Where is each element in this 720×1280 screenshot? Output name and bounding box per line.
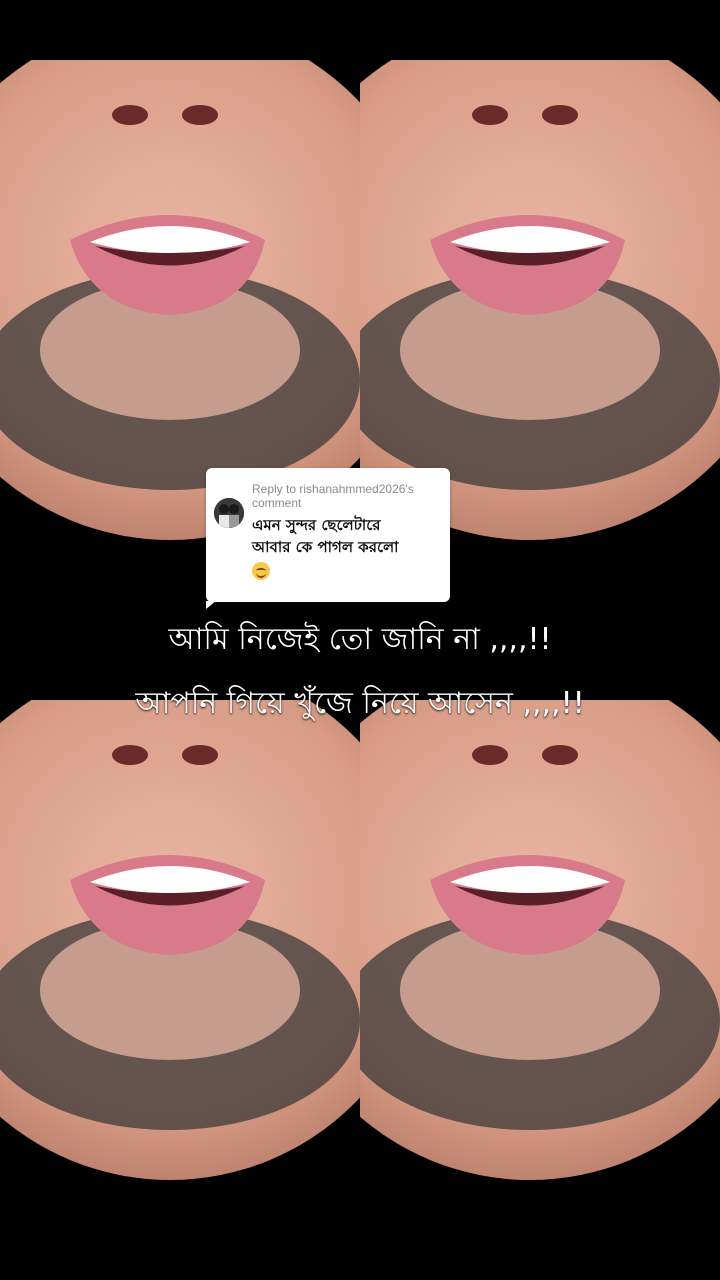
caption-line-1: আমি নিজেই তো জানি না ,,,,!! — [168, 622, 552, 657]
comment-line-1: এমন সুন্দর ছেলেটারে — [252, 516, 381, 534]
reply-header: Reply to rishanahmmed2026's comment — [252, 482, 414, 510]
smiling-face-icon — [252, 561, 270, 580]
reply-comment-text: এমন সুন্দর ছেলেটারে আবার কে পাগল করলো — [252, 514, 438, 580]
face-tile-bottom-right — [360, 700, 720, 1180]
commenter-avatar — [214, 498, 244, 528]
face-image — [360, 700, 720, 1180]
caption-line-2: আপনি গিয়ে খুঁজে নিয়ে আসেন ,,,,!! — [135, 686, 585, 721]
face-image — [0, 700, 360, 1180]
comment-line-2: আবার কে পাগল করলো — [252, 538, 399, 556]
face-tile-bottom-left — [0, 700, 360, 1180]
video-stage[interactable]: Reply to rishanahmmed2026's comment এমন … — [0, 0, 720, 1280]
reply-comment-card[interactable]: Reply to rishanahmmed2026's comment এমন … — [206, 468, 450, 609]
